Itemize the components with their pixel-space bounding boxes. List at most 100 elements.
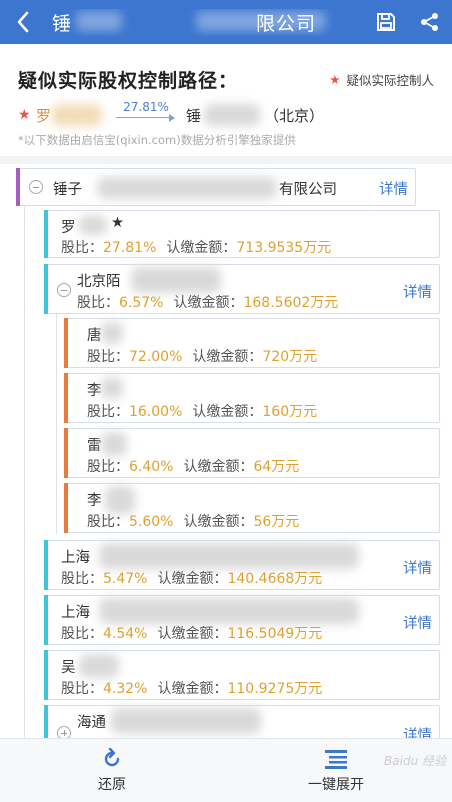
- arrow-head-icon: [169, 114, 175, 122]
- data-source-note: *以下数据由启信宝(qixin.com)数据分析引擎独家提供: [18, 133, 296, 147]
- subscribed-amount-value: 140.4668万元: [227, 571, 323, 587]
- page-title-left: 锤: [52, 12, 73, 35]
- expand-all-label: 一键展开: [308, 777, 364, 793]
- subscribed-amount-value: 110.9275万元: [227, 681, 323, 697]
- shareholder-card[interactable]: 上海 股比：4.54% 认缴金额：116.5049万元 详情: [44, 595, 440, 645]
- target-company-name[interactable]: 锤: [186, 105, 201, 126]
- detail-link[interactable]: 详情: [403, 724, 432, 738]
- shareholder-card[interactable]: 唐 股比：72.00% 认缴金额：720万元: [64, 318, 440, 368]
- restore-button[interactable]: 还原: [52, 739, 172, 802]
- share-ratio-row: 股比：4.32% 认缴金额：110.9275万元: [61, 681, 323, 697]
- detail-link[interactable]: 详情: [403, 612, 432, 633]
- control-path-header: 疑似实际股权控制路径： ★ 疑似实际控制人 ★ 罗 27.81% 锤 （北京） …: [0, 44, 452, 154]
- watermark: Baidu 经验: [384, 754, 446, 768]
- tree-root-company[interactable]: 锤子 有限公司 详情: [16, 168, 416, 206]
- shareholder-name: 李: [87, 383, 102, 399]
- shareholder-name: 唐: [87, 328, 102, 344]
- detail-link[interactable]: 详情: [403, 557, 432, 578]
- redacted-blur: [76, 10, 122, 31]
- share-ratio-value: 4.32%: [103, 681, 148, 697]
- section-divider: [0, 156, 452, 164]
- share-ratio-row: 股比：4.54% 认缴金额：116.5049万元: [61, 626, 323, 642]
- collapse-toggle-icon[interactable]: [29, 180, 43, 194]
- shareholder-card[interactable]: 罗 ★ 股比：27.81% 认缴金额：713.9535万元: [44, 210, 440, 258]
- shareholder-card[interactable]: 海通 详情: [44, 705, 440, 738]
- redacted-blur: [131, 267, 221, 293]
- shareholder-name: 雷: [87, 438, 102, 454]
- redacted-blur: [101, 322, 123, 344]
- subscribed-amount-value: 160万元: [262, 404, 318, 420]
- bottom-toolbar: 还原 一键展开: [0, 738, 452, 802]
- subscribed-amount-value: 56万元: [253, 514, 300, 530]
- shareholder-name: 罗: [61, 220, 76, 236]
- root-company-name-left: 锤子: [53, 182, 82, 198]
- list-expand-icon: [325, 750, 347, 769]
- redacted-blur: [101, 432, 127, 456]
- shareholder-card[interactable]: 李 股比：5.60% 认缴金额：56万元: [64, 483, 440, 533]
- share-ratio-row: 股比：5.47% 认缴金额：140.4668万元: [61, 571, 323, 587]
- equity-tree: 锤子 有限公司 详情 罗 ★ 股比：27.81% 认缴金额：713.9535万元 …: [0, 164, 452, 738]
- subscribed-amount-value: 116.5049万元: [227, 626, 323, 642]
- redacted-blur: [99, 543, 359, 569]
- redacted-blur: [101, 377, 123, 399]
- shareholder-name: 吴: [61, 660, 76, 676]
- shareholder-name: 海通: [77, 715, 106, 731]
- root-company-name-right: 有限公司: [279, 182, 337, 198]
- expand-toggle-icon[interactable]: [57, 726, 71, 738]
- redacted-blur: [99, 598, 359, 624]
- shareholder-card[interactable]: 李 股比：16.00% 认缴金额：160万元: [64, 373, 440, 423]
- shareholder-card[interactable]: 北京陌 股比：6.57% 认缴金额：168.5602万元 详情: [44, 264, 440, 314]
- share-ratio-row: 股比：5.60% 认缴金额：56万元: [87, 514, 300, 530]
- share-ratio-value: 4.54%: [103, 626, 148, 642]
- restore-label: 还原: [98, 777, 126, 793]
- redacted-blur: [111, 708, 261, 734]
- target-company-suffix: （北京）: [264, 107, 325, 125]
- back-button[interactable]: [0, 0, 46, 44]
- shareholder-card[interactable]: 雷 股比：6.40% 认缴金额：64万元: [64, 428, 440, 478]
- control-path-title: 疑似实际股权控制路径：: [18, 70, 239, 92]
- share-ratio-value: 6.40%: [129, 459, 174, 475]
- top-bar: 锤 限公司 锤: [0, 0, 452, 44]
- share-ratio-row: 股比：6.57% 认缴金额：168.5602万元: [77, 295, 339, 311]
- star-icon: ★: [111, 215, 124, 231]
- redacted-blur: [97, 177, 277, 199]
- share-ratio-row: 股比：27.81% 认缴金额：713.9535万元: [61, 240, 332, 256]
- shareholder-name: 上海: [61, 550, 90, 566]
- share-ratio-row: 股比：72.00% 认缴金额：720万元: [87, 349, 318, 365]
- subscribed-amount-value: 713.9535万元: [236, 240, 332, 256]
- share-ratio-value: 27.81%: [103, 240, 157, 256]
- redacted-blur: [52, 104, 102, 126]
- legend: ★ 疑似实际控制人: [329, 70, 434, 89]
- legend-label: 疑似实际控制人: [346, 73, 434, 88]
- subscribed-amount-value: 720万元: [262, 349, 318, 365]
- redacted-blur: [79, 654, 119, 678]
- control-path: ★ 罗 27.81% 锤 （北京）: [18, 100, 438, 128]
- page-title-right: 限公司: [256, 12, 317, 35]
- save-button[interactable]: [364, 0, 408, 44]
- share-ratio-row: 股比：6.40% 认缴金额：64万元: [87, 459, 300, 475]
- save-icon: [377, 13, 395, 31]
- expand-all-button[interactable]: 一键展开: [276, 739, 396, 802]
- share-button[interactable]: [408, 0, 452, 44]
- shareholder-name: 北京陌: [77, 274, 121, 290]
- detail-link[interactable]: 详情: [379, 178, 408, 199]
- subscribed-amount-value: 64万元: [253, 459, 300, 475]
- share-ratio-value: 6.57%: [119, 295, 164, 311]
- star-icon: ★: [18, 107, 31, 123]
- shareholder-card[interactable]: 上海 股比：5.47% 认缴金额：140.4668万元 详情: [44, 540, 440, 590]
- controller-name[interactable]: 罗: [36, 105, 51, 126]
- shareholder-name: 上海: [61, 605, 90, 621]
- share-ratio-value: 72.00%: [129, 349, 183, 365]
- share-icon: [421, 13, 438, 31]
- star-icon: ★: [329, 72, 341, 87]
- share-ratio-value: 5.60%: [129, 514, 174, 530]
- shareholder-card[interactable]: 吴 股比：4.32% 认缴金额：110.9275万元: [44, 650, 440, 700]
- share-ratio-value: 5.47%: [103, 571, 148, 587]
- collapse-toggle-icon[interactable]: [57, 283, 71, 297]
- redacted-blur: [204, 104, 260, 126]
- shareholder-name: 李: [87, 493, 102, 509]
- detail-link[interactable]: 详情: [403, 281, 432, 302]
- redacted-blur: [79, 215, 107, 235]
- path-percentage: 27.81%: [123, 100, 169, 114]
- page-title: 锤 限公司 锤: [46, 9, 364, 36]
